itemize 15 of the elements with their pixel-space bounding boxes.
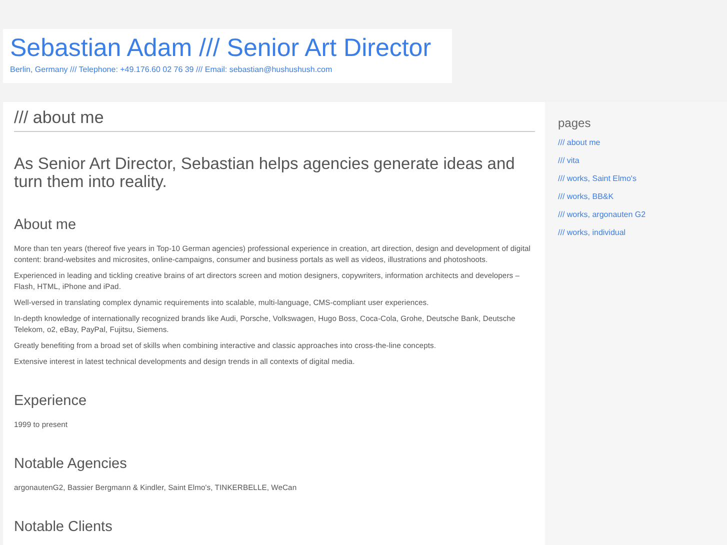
sidebar-link[interactable]: /// works, argonauten G2	[558, 210, 646, 219]
sidebar-title: pages	[558, 116, 591, 130]
section-heading: About me	[14, 217, 78, 233]
section-heading: Notable Agencies	[14, 456, 128, 472]
section-heading: Notable Clients	[14, 519, 114, 535]
sidebar-link[interactable]: /// works, Saint Elmo's	[558, 174, 636, 183]
sidebar-link[interactable]: /// works, individual	[558, 228, 626, 237]
section-heading: Experience	[14, 393, 88, 409]
sidebar-link[interactable]: /// vita	[558, 156, 580, 165]
site-title[interactable]: Sebastian Adam /// Senior Art Director	[10, 34, 444, 62]
lead-text: As Senior Art Director, Sebastian helps agencies generate ideas and turn them into reality.	[14, 155, 516, 191]
sidebar-link[interactable]: /// works, BB&K	[558, 192, 614, 201]
sidebar-link[interactable]: /// about me	[558, 138, 600, 147]
page-title: /// about me	[14, 108, 535, 132]
contact-line: Berlin, Germany /// Telephone: +49.176.60 02 76 39 /// Email: sebastian@hushushush.com	[10, 65, 334, 74]
